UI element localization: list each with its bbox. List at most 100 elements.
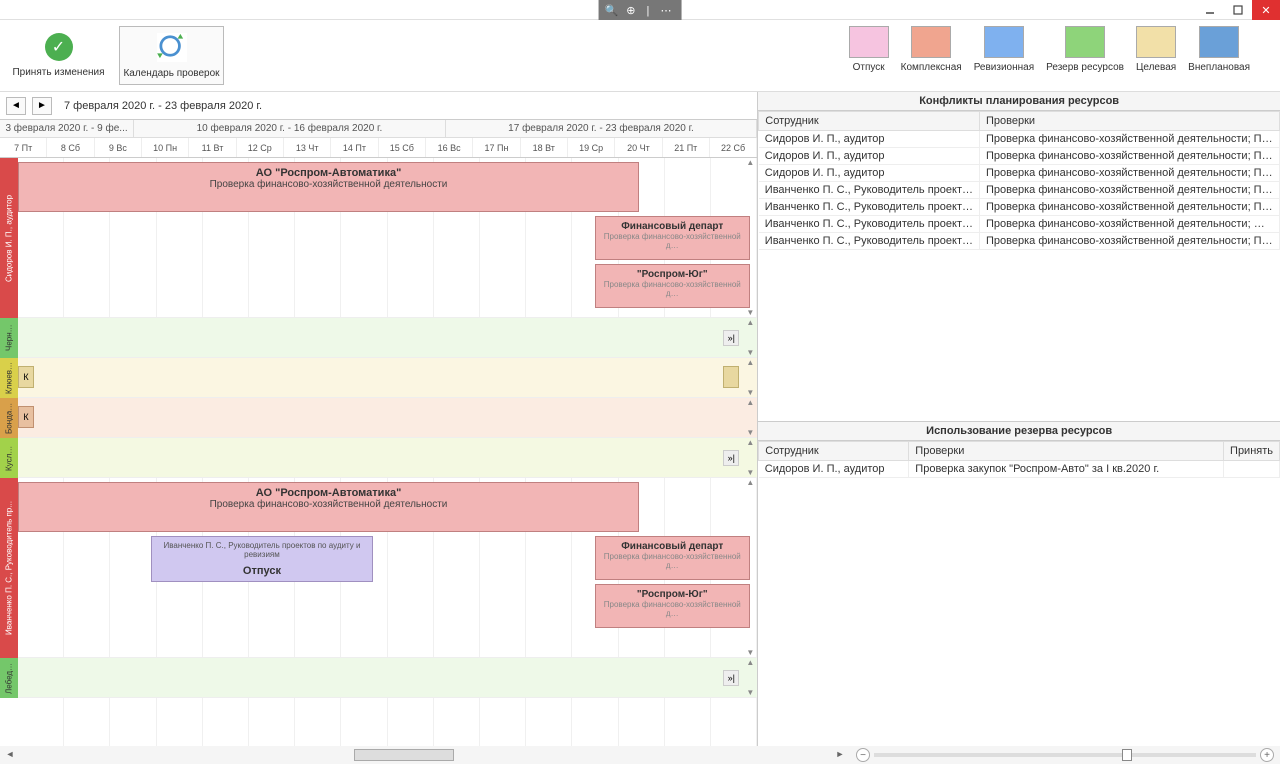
gantt-row-kusl[interactable]: »| ▲▼	[18, 438, 757, 478]
nav-prev-button[interactable]: ◄	[6, 97, 26, 115]
gantt-row-klyuev[interactable]: К ▲▼	[18, 358, 757, 398]
row-scroll[interactable]: ▲▼	[743, 318, 757, 357]
row-scroll[interactable]: ▲▼	[743, 158, 757, 317]
cell-checks: Проверка финансово-хозяйственной деятель…	[980, 216, 1280, 233]
table-row[interactable]: Сидоров И. П., аудиторПроверка финансово…	[759, 131, 1280, 148]
day-header[interactable]: 16 Вс	[426, 138, 473, 157]
col-employee[interactable]: Сотрудник	[759, 442, 909, 461]
conflicts-grid[interactable]: Сотрудник Проверки Сидоров И. П., аудито…	[758, 111, 1280, 421]
scroll-right-icon[interactable]: ►	[834, 749, 846, 761]
row-tail-icon[interactable]	[723, 366, 739, 388]
col-checks[interactable]: Проверки	[909, 442, 1224, 461]
row-label-sidorov[interactable]: Сидоров И. П., аудитор	[0, 158, 18, 318]
title-bar: 🔍 ⊕ | ⋯ ✕	[0, 0, 1280, 20]
scroll-left-icon[interactable]: ◄	[4, 749, 16, 761]
legend-label: Внеплановая	[1188, 62, 1250, 73]
col-checks[interactable]: Проверки	[980, 112, 1280, 131]
row-scroll[interactable]: ▲▼	[743, 478, 757, 657]
scroll-thumb[interactable]	[354, 749, 454, 761]
row-scroll[interactable]: ▲▼	[743, 398, 757, 437]
day-header[interactable]: 7 Пт	[0, 138, 47, 157]
nav-next-button[interactable]: ►	[32, 97, 52, 115]
day-header[interactable]: 20 Чт	[615, 138, 662, 157]
calendar-checks-label: Календарь проверок	[123, 68, 219, 79]
day-header[interactable]: 18 Вт	[521, 138, 568, 157]
cell-checks: Проверка финансово-хозяйственной деятель…	[980, 182, 1280, 199]
bar-fin-dept-1[interactable]: Финансовый департ Проверка финансово-хоз…	[595, 216, 750, 260]
gantt-row-lebed[interactable]: »| ▲▼	[18, 658, 757, 698]
day-header[interactable]: 11 Вт	[189, 138, 236, 157]
bar-rosprom-auto-2[interactable]: АО "Роспром-Автоматика" Проверка финансо…	[18, 482, 639, 532]
row-label-kusl[interactable]: Кусл…	[0, 438, 18, 478]
table-row[interactable]: Иванченко П. С., Руководитель проект…Про…	[759, 233, 1280, 250]
accept-changes-button[interactable]: ✓ Принять изменения	[6, 26, 111, 85]
reserve-title: Использование резерва ресурсов	[758, 422, 1280, 441]
col-employee[interactable]: Сотрудник	[759, 112, 980, 131]
row-handle-icon[interactable]: К	[18, 406, 34, 428]
gantt-row-sidorov[interactable]: АО "Роспром-Автоматика" Проверка финансо…	[18, 158, 757, 318]
row-label-chern[interactable]: Черн…	[0, 318, 18, 358]
accept-changes-label: Принять изменения	[12, 67, 104, 78]
bar-rosprom-yug-2[interactable]: "Роспром-Юг" Проверка финансово-хозяйств…	[595, 584, 750, 628]
day-header[interactable]: 10 Пн	[142, 138, 189, 157]
zoom-in-button[interactable]: +	[1260, 748, 1274, 762]
day-header[interactable]: 22 Сб	[710, 138, 757, 157]
week-header[interactable]: 3 февраля 2020 г. - 9 фе...	[0, 120, 134, 137]
window-minimize-button[interactable]	[1196, 0, 1224, 20]
col-accept[interactable]: Принять	[1224, 442, 1280, 461]
gantt-row-bonda[interactable]: К ▲▼	[18, 398, 757, 438]
legend-item-5: Внеплановая	[1188, 26, 1250, 85]
zoom-in-icon[interactable]: 🔍	[605, 4, 623, 17]
calendar-checks-button[interactable]: Календарь проверок	[119, 26, 224, 85]
day-header[interactable]: 19 Ср	[568, 138, 615, 157]
reserve-grid[interactable]: Сотрудник Проверки Принять Сидоров И. П.…	[758, 441, 1280, 746]
zoom-handle[interactable]	[1122, 749, 1132, 761]
bar-title: "Роспром-Юг"	[604, 269, 741, 280]
day-header[interactable]: 12 Ср	[237, 138, 284, 157]
row-label-ivanchenko[interactable]: Иванченко П. С., Руководитель пр...	[0, 478, 18, 658]
row-label-klyuev[interactable]: Клюев…	[0, 358, 18, 398]
cell-employee: Иванченко П. С., Руководитель проект…	[759, 216, 980, 233]
row-expand-icon[interactable]: »|	[723, 330, 739, 346]
row-expand-icon[interactable]: »|	[723, 450, 739, 466]
bar-vacation[interactable]: Иванченко П. С., Руководитель проектов п…	[151, 536, 373, 582]
cell-accept[interactable]	[1224, 461, 1280, 478]
table-row[interactable]: Иванченко П. С., Руководитель проект…Про…	[759, 216, 1280, 233]
bar-fin-dept-2[interactable]: Финансовый департ Проверка финансово-хоз…	[595, 536, 750, 580]
day-header[interactable]: 13 Чт	[284, 138, 331, 157]
week-header[interactable]: 17 февраля 2020 г. - 23 февраля 2020 г.	[446, 120, 758, 137]
window-close-button[interactable]: ✕	[1252, 0, 1280, 20]
zoom-out-button[interactable]: −	[856, 748, 870, 762]
horizontal-scrollbar[interactable]: ◄ ►	[4, 749, 846, 761]
zoom-slider[interactable]: − +	[850, 748, 1280, 762]
row-expand-icon[interactable]: »|	[723, 670, 739, 686]
table-row[interactable]: Сидоров И. П., аудиторПроверка финансово…	[759, 165, 1280, 182]
gantt-row-chern[interactable]: »| ▲▼	[18, 318, 757, 358]
day-header[interactable]: 17 Пн	[473, 138, 520, 157]
row-scroll[interactable]: ▲▼	[743, 658, 757, 697]
row-handle-icon[interactable]: К	[18, 366, 34, 388]
gantt-pane: ◄ ► 7 февраля 2020 г. - 23 февраля 2020 …	[0, 92, 758, 746]
day-header[interactable]: 9 Вс	[95, 138, 142, 157]
bar-rosprom-yug-1[interactable]: "Роспром-Юг" Проверка финансово-хозяйств…	[595, 264, 750, 308]
bar-rosprom-auto-1[interactable]: АО "Роспром-Автоматика" Проверка финансо…	[18, 162, 639, 212]
row-label-lebed[interactable]: Лебед…	[0, 658, 18, 698]
window-maximize-button[interactable]	[1224, 0, 1252, 20]
table-row[interactable]: Сидоров И. П., аудиторПроверка закупок "…	[759, 461, 1280, 478]
table-row[interactable]: Иванченко П. С., Руководитель проект…Про…	[759, 199, 1280, 216]
day-header[interactable]: 15 Сб	[379, 138, 426, 157]
row-scroll[interactable]: ▲▼	[743, 358, 757, 397]
day-header[interactable]: 14 Пт	[331, 138, 378, 157]
row-scroll[interactable]: ▲▼	[743, 438, 757, 477]
row-label-bonda[interactable]: Бонда…	[0, 398, 18, 438]
bar-subtitle: Проверка финансово-хозяйственной д…	[604, 280, 741, 298]
table-row[interactable]: Иванченко П. С., Руководитель проект…Про…	[759, 182, 1280, 199]
week-header[interactable]: 10 февраля 2020 г. - 16 февраля 2020 г.	[134, 120, 446, 137]
day-header[interactable]: 8 Сб	[47, 138, 94, 157]
gantt-row-ivanchenko[interactable]: АО "Роспром-Автоматика" Проверка финансо…	[18, 478, 757, 658]
day-header[interactable]: 21 Пт	[663, 138, 710, 157]
bar-subtitle: Проверка финансово-хозяйственной деятель…	[27, 499, 630, 510]
table-row[interactable]: Сидоров И. П., аудиторПроверка финансово…	[759, 148, 1280, 165]
bar-title: Отпуск	[160, 565, 364, 577]
bar-title: АО "Роспром-Автоматика"	[27, 487, 630, 499]
